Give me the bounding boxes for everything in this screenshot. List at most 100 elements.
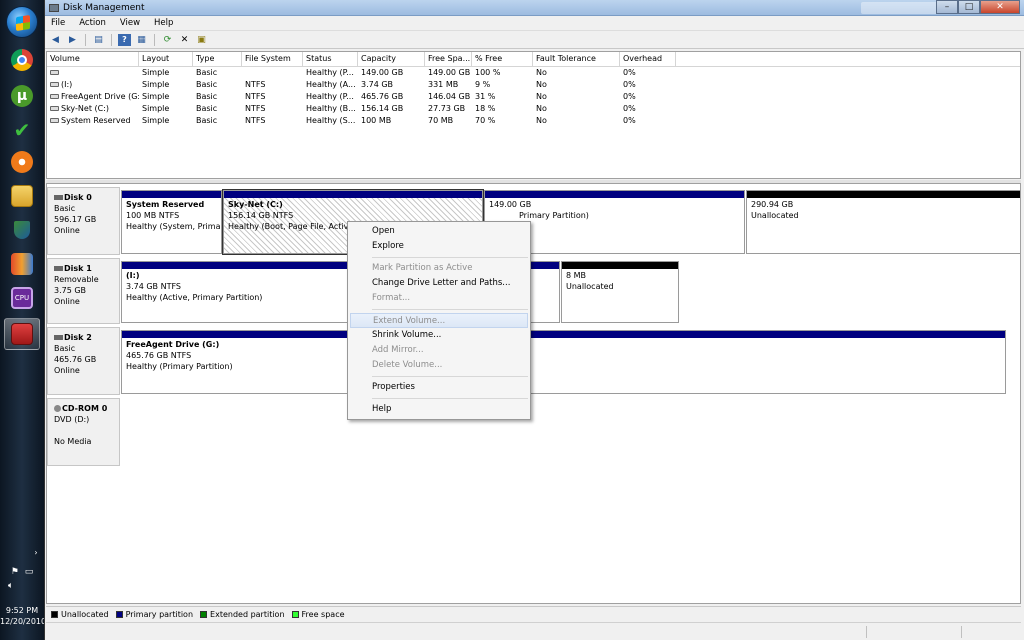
partition-status: Unallocated: [566, 282, 614, 291]
table-cell: 331 MB: [428, 80, 459, 89]
partition-freeagent[interactable]: FreeAgent Drive (G:) 465.76 GB NTFS Heal…: [121, 330, 1006, 394]
menu-item-shrink-volume[interactable]: Shrink Volume...: [348, 328, 530, 343]
menu-file[interactable]: File: [51, 18, 65, 28]
legend-label: Free space: [301, 609, 345, 619]
table-cell: 31 %: [475, 92, 496, 101]
column-volume[interactable]: Volume: [47, 52, 139, 66]
legend-swatch: [200, 610, 208, 618]
maximize-button[interactable]: □: [958, 0, 980, 14]
security-icon: [14, 221, 30, 239]
title-bar[interactable]: Disk Management – □ ✕: [45, 0, 1024, 16]
start-button[interactable]: [6, 6, 38, 38]
legend-swatch: [51, 610, 58, 618]
table-row[interactable]: System Reserved Simple Basic NTFS Healthy (S…: [47, 115, 1020, 127]
table-cell: Healthy (S...: [306, 116, 356, 125]
disk-2-label[interactable]: Disk 2 Basic 465.76 GB Online: [47, 327, 120, 395]
disk-0-label[interactable]: Disk 0 Basic 596.17 GB Online: [47, 187, 120, 255]
partition-unallocated-disk1[interactable]: 8 MB Unallocated: [561, 261, 679, 323]
close-button[interactable]: ✕: [980, 0, 1020, 14]
legend-free-space: Free space: [291, 609, 345, 619]
column-fault-tolerance[interactable]: Fault Tolerance: [533, 52, 620, 66]
column-type[interactable]: Type: [193, 52, 242, 66]
menu-item-properties[interactable]: Properties: [348, 380, 530, 395]
menu-action[interactable]: Action: [79, 18, 106, 28]
forward-icon[interactable]: ▶: [66, 34, 79, 46]
view-icon[interactable]: ▦: [135, 34, 148, 46]
menu-separator: [372, 398, 528, 399]
menu-item-extend-volume[interactable]: Extend Volume...: [350, 313, 528, 328]
taskbar-security[interactable]: [4, 214, 40, 246]
menu-item-mark-partition-as-active[interactable]: Mark Partition as Active: [348, 261, 530, 276]
column-capacity[interactable]: Capacity: [358, 52, 425, 66]
volume-icon[interactable]: 🔈︎: [8, 581, 44, 591]
disk-1-label[interactable]: Disk 1 Removable 3.75 GB Online: [47, 258, 120, 324]
table-cell: 149.00 GB: [428, 68, 471, 77]
table-cell: 18 %: [475, 104, 496, 113]
partition-system-reserved[interactable]: System Reserved 100 MB NTFS Healthy (Sys…: [121, 190, 222, 254]
table-row[interactable]: FreeAgent Drive (G:) Simple Basic NTFS Healt…: [47, 91, 1020, 103]
clock-date: 12/20/2010: [0, 617, 47, 626]
disk-type: DVD (D:): [54, 415, 90, 424]
taskbar-disk-management[interactable]: [4, 318, 40, 350]
legend-primary: Primary partition: [115, 610, 193, 619]
partition-status: Unallocated: [751, 211, 799, 220]
windows-logo-icon: [16, 15, 30, 31]
menu-item-add-mirror[interactable]: Add Mirror...: [348, 343, 530, 358]
table-cell: 156.14 GB: [361, 104, 404, 113]
partition-size: 100 MB NTFS: [126, 211, 180, 220]
delete-icon[interactable]: ✕: [178, 34, 191, 46]
tray-expand-icon[interactable]: ›: [28, 548, 44, 557]
column-percent-free[interactable]: % Free: [472, 52, 533, 66]
table-row[interactable]: Sky-Net (C:) Simple Basic NTFS Healthy (B...…: [47, 103, 1020, 115]
taskbar-avast[interactable]: [4, 146, 40, 178]
column-overhead[interactable]: Overhead: [620, 52, 676, 66]
table-row[interactable]: Simple Basic Healthy (P... 149.00 GB 149.00 …: [47, 67, 1020, 79]
column-free-space[interactable]: Free Spa...: [425, 52, 472, 66]
menu-view[interactable]: View: [120, 18, 140, 28]
menu-bar: File Action View Help: [45, 16, 1024, 31]
table-cell: 27.73 GB: [428, 104, 466, 113]
table-row[interactable]: (I:) Simple Basic NTFS Healthy (A... 3.74 GB 3…: [47, 79, 1020, 91]
disk-state: Online: [54, 297, 80, 306]
disk-name: Disk 1: [64, 264, 92, 273]
table-cell: No: [536, 92, 547, 101]
taskbar-chrome[interactable]: [4, 44, 40, 76]
disk-type: Removable: [54, 275, 99, 284]
table-cell: Simple: [142, 116, 170, 125]
avast-icon: [11, 151, 33, 173]
taskbar-media[interactable]: [4, 248, 40, 280]
table-cell: Healthy (P...: [306, 92, 354, 101]
menu-item-change-drive-letter-and-paths[interactable]: Change Drive Letter and Paths...: [348, 276, 530, 291]
column-file-system[interactable]: File System: [242, 52, 303, 66]
disk-icon: [54, 266, 63, 271]
column-layout[interactable]: Layout: [139, 52, 193, 66]
column-status[interactable]: Status: [303, 52, 358, 66]
table-cell: 3.74 GB: [361, 80, 394, 89]
taskbar-utorrent[interactable]: µ: [4, 80, 40, 112]
back-icon[interactable]: ◀: [49, 34, 62, 46]
menu-item-delete-volume[interactable]: Delete Volume...: [348, 358, 530, 373]
menu-item-format[interactable]: Format...: [348, 291, 530, 306]
clock[interactable]: 9:52 PM 12/20/2010: [0, 605, 47, 627]
menu-item-help[interactable]: Help: [348, 402, 530, 417]
unallocated-bar: [562, 262, 678, 269]
menu-item-open[interactable]: Open: [348, 224, 530, 239]
refresh-icon[interactable]: ⟳: [161, 34, 174, 46]
menu-item-explore[interactable]: Explore: [348, 239, 530, 254]
menu-separator: [372, 257, 528, 258]
help-icon[interactable]: ?: [118, 33, 131, 46]
panel-icon[interactable]: ▤: [92, 34, 105, 46]
network-icon[interactable]: ▭: [25, 567, 34, 577]
action-center-flag-icon[interactable]: ⚑: [11, 567, 19, 577]
menu-help[interactable]: Help: [154, 18, 173, 28]
partition-unallocated-disk0[interactable]: 290.94 GB Unallocated: [746, 190, 1020, 254]
properties-icon[interactable]: ▣: [195, 34, 208, 46]
taskbar-explorer[interactable]: [4, 180, 40, 212]
taskbar-checkmark-app[interactable]: ✔: [4, 114, 40, 146]
legend-unallocated: Unallocated: [51, 610, 109, 619]
taskbar-cpu-z[interactable]: CPU: [4, 282, 40, 314]
cdrom-0-label[interactable]: CD-ROM 0 DVD (D:) No Media: [47, 398, 120, 466]
minimize-button[interactable]: –: [936, 0, 958, 14]
disk-0-row: Disk 0 Basic 596.17 GB Online System Res…: [47, 187, 1020, 255]
partition-status: Healthy (System, Primar: [126, 222, 222, 231]
